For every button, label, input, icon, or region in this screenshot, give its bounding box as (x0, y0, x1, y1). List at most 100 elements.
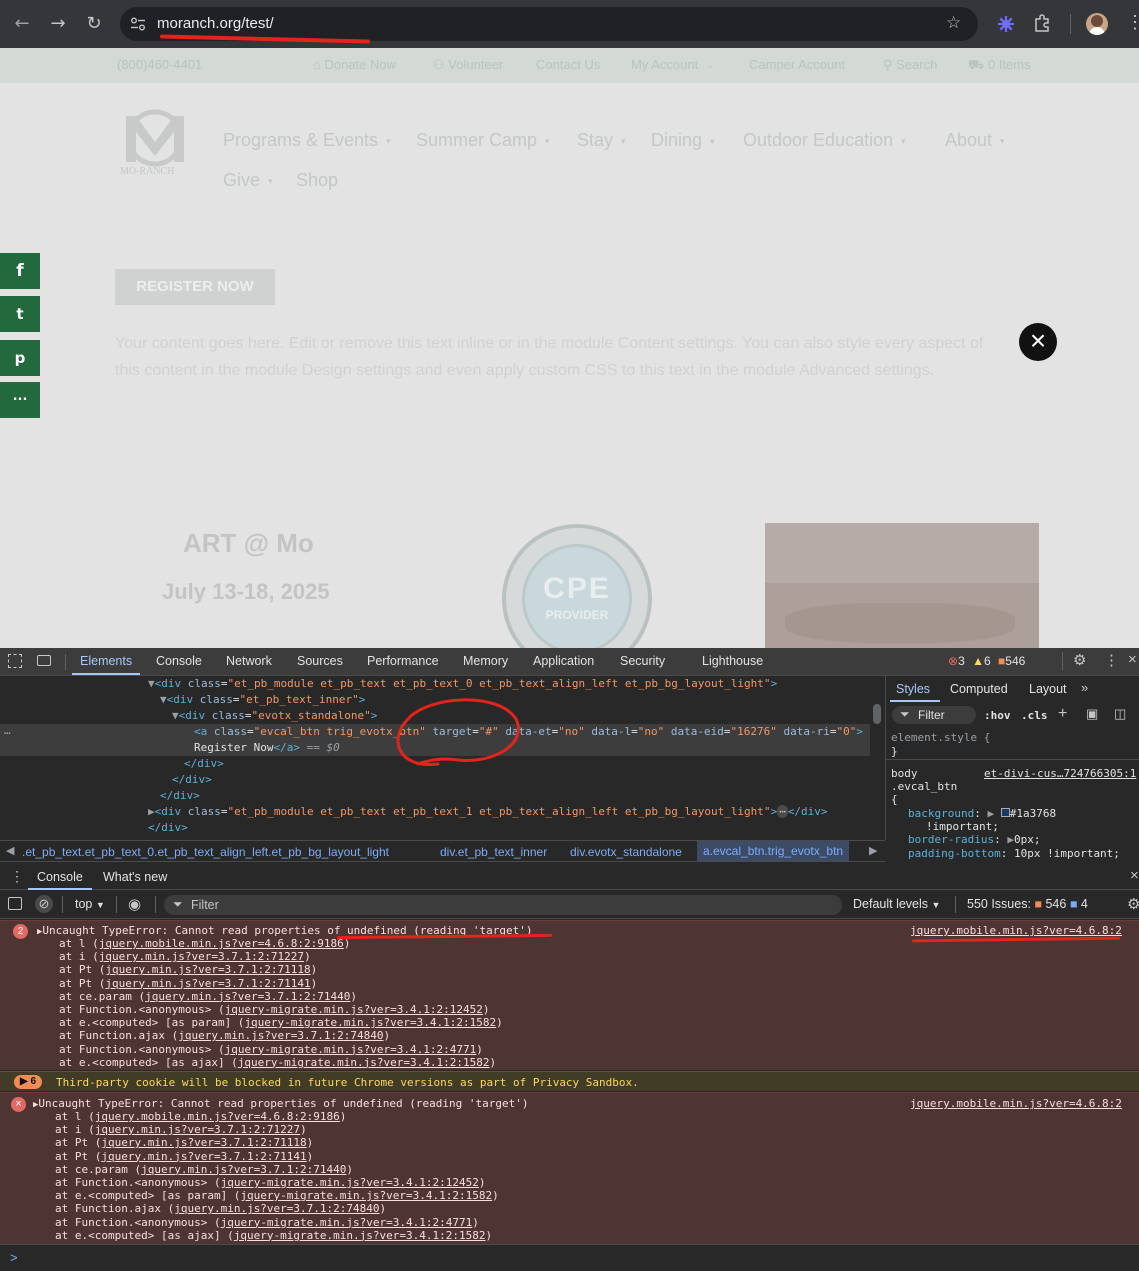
forward-icon[interactable]: → (46, 12, 70, 36)
node-actions-icon[interactable]: … (4, 724, 11, 737)
css-declaration[interactable]: border-radius: ▶0px; (908, 833, 1040, 846)
tab-lighthouse[interactable]: Lighthouse (702, 654, 763, 668)
pinterest-share-icon[interactable]: p (0, 340, 40, 376)
frame-source-link[interactable]: jquery.min.js?ver=3.7.1:2:71227 (99, 950, 304, 963)
element-style-rule[interactable]: element.style { (891, 731, 990, 744)
dom-node-selected[interactable]: <a class="evcal_btn trig_evotx_btn" targ… (194, 725, 863, 738)
drawer-tab-console[interactable]: Console (37, 870, 83, 884)
toggle-sidebar-icon[interactable]: ◫ (1114, 706, 1126, 722)
frame-source-link[interactable]: jquery-migrate.min.js?ver=3.4.1:2:4771 (225, 1043, 477, 1056)
console-error-message[interactable]: × ▶Uncaught TypeError: Cannot read prope… (0, 1092, 1139, 1244)
tab-security[interactable]: Security (620, 654, 665, 668)
paint-icon[interactable]: ▣ (1086, 706, 1098, 722)
frame-source-link[interactable]: jquery.mobile.min.js?ver=4.6.8:2:9186 (99, 937, 344, 950)
chrome-menu-icon[interactable]: ⋮ (1126, 12, 1139, 33)
frame-source-link[interactable]: jquery.min.js?ver=3.7.1:2:71141 (105, 977, 310, 990)
tab-memory[interactable]: Memory (463, 654, 508, 668)
styles-filter-input[interactable]: ⏷ Filter (892, 706, 976, 724)
tab-sources[interactable]: Sources (297, 654, 343, 668)
register-now-button[interactable]: REGISTER NOW (115, 269, 275, 305)
dom-node[interactable]: ▶<div class="et_pb_module et_pb_text et_… (148, 805, 828, 818)
close-devtools-icon[interactable]: × (1128, 651, 1137, 668)
scroll-right-icon[interactable]: ▶ (869, 844, 877, 857)
breadcrumb-item[interactable]: div.evotx_standalone (570, 845, 682, 859)
my-account-link[interactable]: My Account ⌄ (631, 57, 714, 72)
frame-source-link[interactable]: jquery.min.js?ver=3.7.1:2:71118 (101, 1136, 306, 1149)
add-rule-icon[interactable]: + (1058, 705, 1067, 723)
twitter-share-icon[interactable]: t (0, 296, 40, 332)
frame-source-link[interactable]: jquery-migrate.min.js?ver=3.4.1:2:1582 (238, 1056, 490, 1069)
close-modal-button[interactable]: × (1019, 323, 1057, 361)
clear-console-icon[interactable]: ⊘ (35, 895, 53, 913)
back-icon[interactable]: ← (10, 12, 34, 36)
devtools-menu-icon[interactable]: ⋮ (1104, 651, 1119, 669)
tag-close[interactable]: </div> (160, 789, 200, 802)
inspect-element-icon[interactable] (8, 654, 22, 668)
more-tabs-icon[interactable]: » (1081, 680, 1088, 695)
console-error-message[interactable]: 2 ▶Uncaught TypeError: Cannot read prope… (0, 920, 1139, 1070)
breadcrumb-item[interactable]: .et_pb_text.et_pb_text_0.et_pb_text_alig… (22, 845, 389, 859)
frame-source-link[interactable]: jquery-migrate.min.js?ver=3.4.1:2:1582 (234, 1229, 486, 1242)
console-prompt[interactable]: > (0, 1244, 1139, 1271)
frame-source-link[interactable]: jquery.min.js?ver=3.7.1:2:71440 (145, 990, 350, 1003)
css-selector[interactable]: .evcal_btn (891, 780, 957, 793)
breadcrumb-item-active[interactable]: a.evcal_btn.trig_evotx_btn (697, 841, 850, 861)
frame-source-link[interactable]: jquery-migrate.min.js?ver=3.4.1:2:1582 (240, 1189, 492, 1202)
site-logo[interactable]: MO-RANCH (120, 108, 190, 182)
frame-source-link[interactable]: jquery.mobile.min.js?ver=4.6.8:2:9186 (95, 1110, 340, 1123)
frame-source-link[interactable]: jquery-migrate.min.js?ver=3.4.1:2:12452 (221, 1176, 479, 1189)
donate-link[interactable]: ⌂ Donate Now (313, 57, 396, 72)
expand-arrow-icon[interactable]: ▼ (148, 677, 155, 690)
camper-account-link[interactable]: Camper Account (749, 57, 845, 72)
search-link[interactable]: ⚲ Search (883, 57, 937, 73)
console-settings-icon[interactable]: ⚙ (1127, 895, 1139, 913)
nav-outdoor-education[interactable]: Outdoor Education ▾ (743, 130, 906, 151)
settings-gear-icon[interactable]: ⚙ (1073, 651, 1086, 669)
css-declaration[interactable]: background: ▶ #1a3768 (908, 807, 1056, 820)
scroll-left-icon[interactable]: ◀ (6, 844, 14, 857)
frame-source-link[interactable]: jquery-migrate.min.js?ver=3.4.1:2:1582 (244, 1016, 496, 1029)
css-source-link[interactable]: et-divi-cus…724766305:1 (984, 767, 1136, 780)
color-swatch[interactable] (1000, 808, 1010, 817)
nav-stay[interactable]: Stay ▾ (577, 130, 626, 151)
nav-summer-camp[interactable]: Summer Camp ▾ (416, 130, 550, 151)
css-selector[interactable]: body (891, 767, 918, 780)
issues-button[interactable]: 550 Issues: ■ 546 ■ 4 (967, 897, 1088, 911)
tab-application[interactable]: Application (533, 654, 594, 668)
nav-about[interactable]: About ▾ (945, 130, 1005, 151)
scrollbar-thumb[interactable] (873, 704, 881, 724)
error-source-link[interactable]: jquery.mobile.min.js?ver=4.6.8:2 (910, 1097, 1122, 1110)
drawer-menu-icon[interactable]: ⋮ (10, 868, 24, 885)
frame-source-link[interactable]: jquery-migrate.min.js?ver=3.4.1:2:4771 (221, 1216, 473, 1229)
close-drawer-icon[interactable]: × (1130, 867, 1139, 884)
reload-icon[interactable]: ↻ (82, 12, 106, 36)
frame-source-link[interactable]: jquery.min.js?ver=3.7.1:2:74840 (174, 1202, 379, 1215)
site-settings-icon[interactable] (130, 17, 146, 31)
error-header[interactable]: ▶Uncaught TypeError: Cannot read propert… (33, 1097, 529, 1110)
dom-node[interactable]: ▼<div class="et_pb_text_inner"> (160, 693, 365, 706)
tab-console[interactable]: Console (156, 654, 202, 668)
frame-source-link[interactable]: jquery.min.js?ver=3.7.1:2:74840 (178, 1029, 383, 1042)
volunteer-link[interactable]: ⚇ Volunteer (433, 57, 503, 73)
breadcrumb-item[interactable]: div.et_pb_text_inner (440, 845, 547, 859)
more-share-icon[interactable]: ... (0, 382, 40, 418)
dom-tree[interactable]: ▼<div class="et_pb_module et_pb_text et_… (0, 676, 881, 840)
nav-dining[interactable]: Dining ▾ (651, 130, 715, 151)
cls-toggle[interactable]: .cls (1021, 709, 1048, 722)
layout-tab[interactable]: Layout (1029, 682, 1067, 696)
extension-gemini-icon[interactable] (996, 14, 1016, 34)
computed-tab[interactable]: Computed (950, 682, 1008, 696)
bookmark-star-icon[interactable]: ☆ (946, 13, 961, 33)
live-expression-eye-icon[interactable]: ◉ (128, 895, 141, 913)
error-count-badge[interactable]: ⊗3 ▲6 ■546 (948, 654, 1025, 668)
nav-programs-events[interactable]: Programs & Events ▾ (223, 130, 391, 151)
hov-toggle[interactable]: :hov (984, 709, 1011, 722)
frame-source-link[interactable]: jquery-migrate.min.js?ver=3.4.1:2:12452 (225, 1003, 483, 1016)
expand-arrow-icon[interactable]: ▶ (148, 805, 155, 818)
frame-source-link[interactable]: jquery.min.js?ver=3.7.1:2:71227 (95, 1123, 300, 1136)
nav-shop[interactable]: Shop (296, 170, 338, 191)
device-toolbar-icon[interactable] (37, 655, 51, 666)
nav-give[interactable]: Give ▾ (223, 170, 273, 191)
expand-arrow-icon[interactable]: ▼ (160, 693, 167, 706)
profile-avatar[interactable] (1086, 13, 1108, 35)
